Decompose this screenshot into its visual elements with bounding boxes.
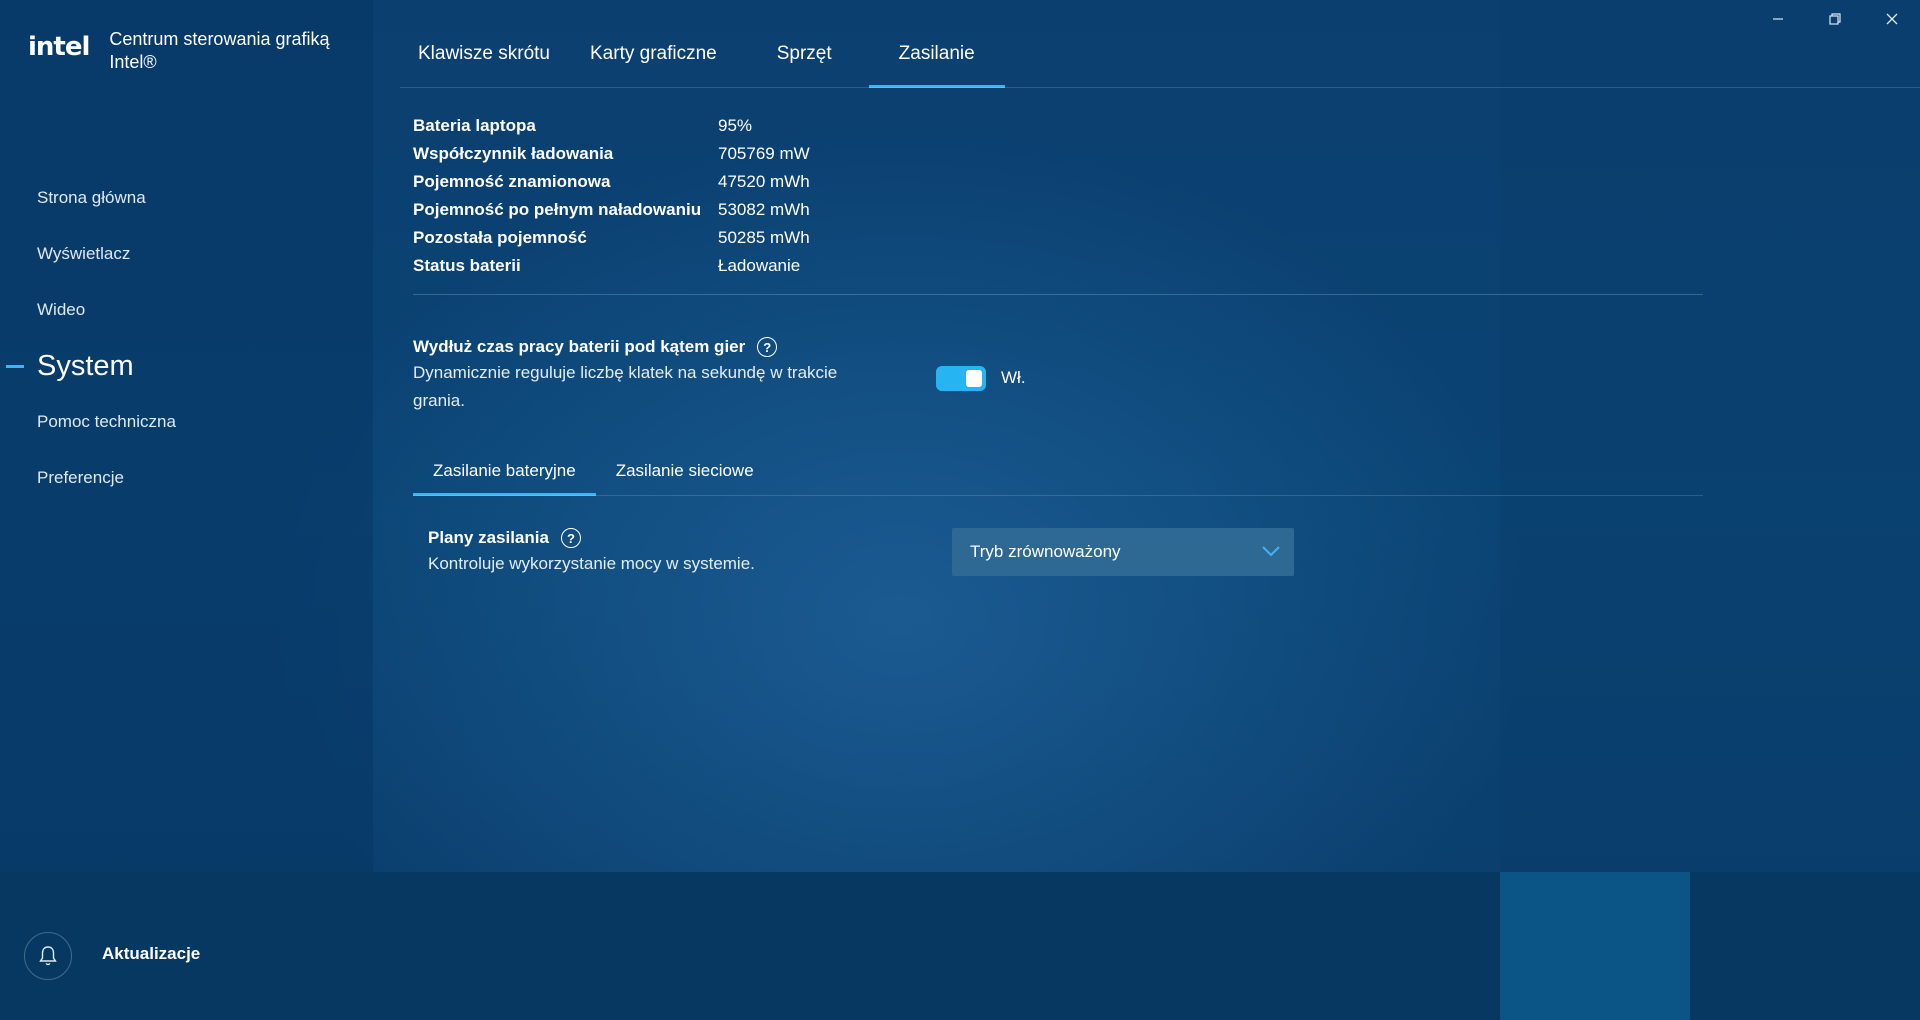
sidebar-item-label: Strona główna	[37, 188, 146, 207]
battery-value: 47520 mWh	[718, 172, 810, 191]
app-title: Centrum sterowania grafiką Intel®	[109, 29, 330, 72]
sidebar-item-display[interactable]: Wyświetlacz	[0, 226, 373, 282]
tab-power[interactable]: Zasilanie	[868, 20, 1005, 88]
top-tabs: Klawisze skrótu Karty graficzne Sprzęt Z…	[400, 20, 1005, 88]
tab-ac-power[interactable]: Zasilanie sieciowe	[596, 446, 774, 496]
tab-hotkeys[interactable]: Klawisze skrótu	[418, 20, 550, 88]
battery-value: 95%	[718, 116, 753, 135]
battery-key: Pojemność znamionowa	[413, 172, 611, 191]
help-icon[interactable]: ?	[757, 337, 778, 357]
battery-key: Współczynnik ładowania	[413, 144, 614, 163]
dropdown-selected-value: Tryb zrównoważony	[970, 542, 1121, 561]
battery-row: Status baterii Ładowanie	[413, 252, 810, 280]
section-divider	[413, 294, 1703, 295]
power-plans-title: Plany zasilania ?	[428, 528, 755, 548]
battery-key: Pojemność po pełnym naładowaniu	[413, 200, 702, 219]
battery-value: 50285 mWh	[718, 228, 810, 247]
battery-row: Współczynnik ładowania 705769 mW	[413, 140, 810, 168]
notifications-button[interactable]	[24, 932, 72, 980]
restore-button[interactable]	[1806, 0, 1863, 38]
minimize-button[interactable]	[1749, 0, 1806, 38]
tab-hardware[interactable]: Sprzęt	[777, 20, 832, 88]
intel-logo: intel	[28, 32, 90, 62]
subtabs-divider	[413, 495, 1703, 496]
extend-battery-title: Wydłuż czas pracy baterii pod kątem gier…	[413, 337, 883, 357]
sidebar-item-system[interactable]: System	[0, 338, 373, 394]
battery-value: 53082 mWh	[718, 200, 810, 219]
window-controls	[1749, 0, 1920, 38]
extend-battery-title-text: Wydłuż czas pracy baterii pod kątem gier	[413, 337, 746, 356]
extend-battery-section: Wydłuż czas pracy baterii pod kątem gier…	[413, 337, 883, 415]
tab-graphics-cards[interactable]: Karty graficzne	[590, 20, 717, 88]
toggle-state-label: Wł.	[1001, 368, 1026, 387]
close-button[interactable]	[1863, 0, 1920, 38]
power-plan-dropdown[interactable]: Tryb zrównoważony	[952, 528, 1294, 576]
subtab-label: Zasilanie bateryjne	[433, 461, 576, 480]
updates-link[interactable]: Aktualizacje	[102, 944, 200, 964]
help-icon[interactable]: ?	[560, 528, 581, 548]
battery-row: Bateria laptopa 95%	[413, 112, 810, 140]
sidebar-item-label: System	[37, 349, 134, 382]
tab-label: Sprzęt	[776, 43, 832, 64]
bell-icon	[39, 946, 57, 966]
sidebar-item-home[interactable]: Strona główna	[0, 170, 373, 226]
tab-battery-power[interactable]: Zasilanie bateryjne	[413, 446, 596, 496]
subtab-label: Zasilanie sieciowe	[615, 461, 754, 480]
app-brand: intel Centrum sterowania grafiką Intel®	[28, 28, 349, 74]
sidebar-item-support[interactable]: Pomoc techniczna	[0, 394, 373, 450]
battery-value: 705769 mW	[718, 144, 810, 163]
battery-key: Bateria laptopa	[413, 116, 536, 135]
battery-key: Pozostała pojemność	[413, 228, 587, 247]
tab-label: Klawisze skrótu	[418, 43, 550, 64]
chevron-down-icon	[1262, 546, 1280, 557]
active-indicator	[6, 365, 24, 368]
sidebar-item-label: Pomoc techniczna	[37, 412, 176, 431]
extend-battery-toggle[interactable]	[936, 366, 986, 391]
battery-info-table: Bateria laptopa 95% Współczynnik ładowan…	[413, 112, 810, 280]
power-plans-description: Kontroluje wykorzystanie mocy w systemie…	[428, 554, 755, 573]
sidebar-nav: Strona główna Wyświetlacz Wideo System P…	[0, 170, 373, 506]
footer-accent-block	[1500, 872, 1690, 1020]
close-icon	[1886, 13, 1897, 25]
power-plans-section: Plany zasilania ? Kontroluje wykorzystan…	[428, 528, 755, 574]
sidebar-item-label: Wyświetlacz	[37, 244, 131, 263]
tabs-divider	[400, 87, 1920, 88]
battery-key: Status baterii	[413, 256, 521, 275]
battery-row: Pojemność po pełnym naładowaniu 53082 mW…	[413, 196, 810, 224]
tab-label: Zasilanie	[898, 43, 975, 64]
tab-label: Karty graficzne	[590, 43, 717, 64]
power-plans-title-text: Plany zasilania	[428, 528, 549, 547]
sidebar-item-video[interactable]: Wideo	[0, 282, 373, 338]
sidebar-item-label: Preferencje	[37, 468, 124, 487]
sidebar-item-label: Wideo	[37, 300, 86, 319]
minimize-icon	[1772, 18, 1783, 20]
extend-battery-description: Dynamicznie reguluje liczbę klatek na se…	[413, 363, 838, 410]
battery-value: Ładowanie	[718, 256, 801, 275]
toggle-knob	[966, 370, 982, 387]
battery-row: Pojemność znamionowa 47520 mWh	[413, 168, 810, 196]
battery-row: Pozostała pojemność 50285 mWh	[413, 224, 810, 252]
restore-icon	[1828, 13, 1841, 25]
right-panel-background	[1500, 0, 1920, 872]
power-source-tabs: Zasilanie bateryjne Zasilanie sieciowe	[413, 446, 774, 496]
sidebar-item-preferences[interactable]: Preferencje	[0, 450, 373, 506]
